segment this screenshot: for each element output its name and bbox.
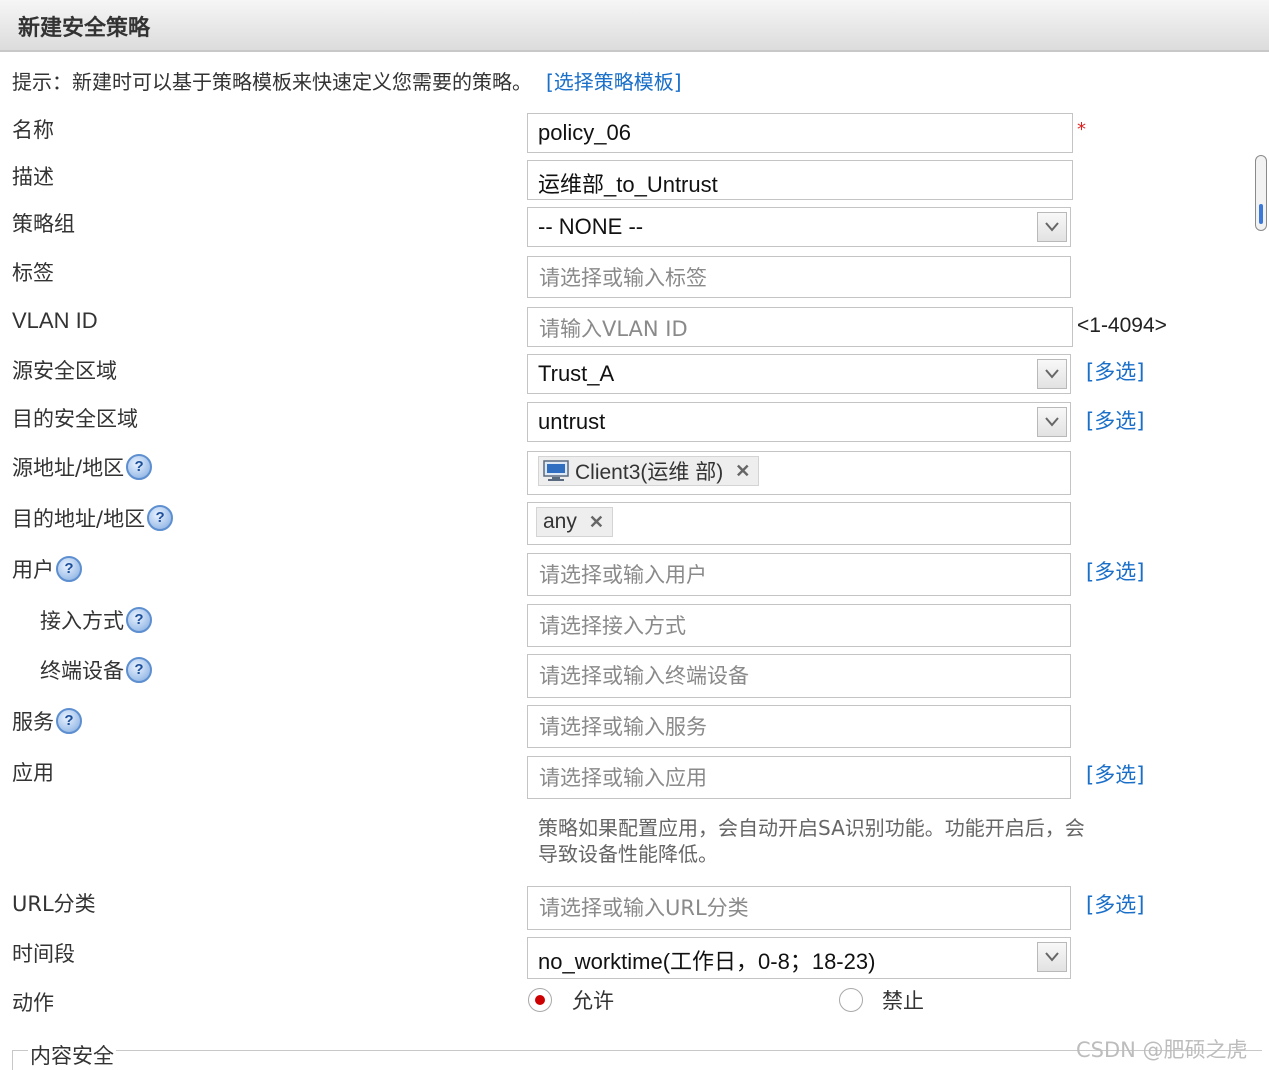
user-input[interactable]: 请选择或输入用户 [527, 553, 1071, 596]
user-multi-select[interactable]: [多选] [1086, 556, 1144, 586]
source-zone-multi-select[interactable]: [多选] [1086, 356, 1144, 386]
dest-zone-value: untrust [538, 409, 606, 434]
terminal-device-placeholder: 请选择或输入终端设备 [539, 664, 749, 688]
action-allow-radio[interactable] [528, 988, 552, 1012]
vlan-id-placeholder: 请输入VLAN ID [539, 317, 688, 341]
required-mark: * [1077, 119, 1086, 140]
content-security-border [12, 1050, 1262, 1051]
terminal-device-label-text: 终端设备 [40, 659, 124, 683]
dest-address-tag-text: any [543, 510, 577, 533]
source-address-label: 源地址/地区? [12, 452, 153, 482]
source-address-tag-text: Client3(运维 部) [575, 461, 724, 484]
action-label: 动作 [12, 991, 54, 1015]
time-range-label: 时间段 [12, 942, 75, 966]
application-input[interactable]: 请选择或输入应用 [527, 756, 1071, 799]
time-range-select[interactable]: no_worktime(工作日，0-8；18-23) [527, 937, 1071, 979]
url-category-input[interactable]: 请选择或输入URL分类 [527, 886, 1071, 930]
close-icon[interactable]: ✕ [589, 512, 604, 533]
tag-input[interactable]: 请选择或输入标签 [527, 256, 1071, 298]
dest-zone-label: 目的安全区域 [12, 407, 138, 431]
url-category-label: URL分类 [12, 892, 96, 916]
application-multi-select[interactable]: [多选] [1086, 759, 1144, 789]
action-deny-label: 禁止 [882, 989, 924, 1013]
hint-text: 提示：新建时可以基于策略模板来快速定义您需要的策略。 [选择策略模板] [12, 66, 682, 95]
dest-address-input[interactable]: any ✕ [527, 502, 1071, 545]
time-range-value: no_worktime(工作日，0-8；18-23) [538, 949, 876, 974]
application-label: 应用 [12, 761, 54, 785]
user-placeholder: 请选择或输入用户 [539, 563, 707, 587]
user-label-text: 用户 [12, 558, 54, 582]
source-zone-label: 源安全区域 [12, 359, 117, 383]
name-value: policy_06 [538, 120, 631, 145]
vlan-id-input[interactable]: 请输入VLAN ID [527, 307, 1073, 347]
dialog-title: 新建安全策略 [18, 16, 151, 41]
dest-address-tag: any ✕ [536, 507, 613, 537]
help-icon[interactable]: ? [126, 657, 152, 683]
help-icon[interactable]: ? [126, 607, 152, 633]
access-mode-input[interactable]: 请选择接入方式 [527, 604, 1071, 647]
content-security-border-left [12, 1050, 13, 1070]
computer-icon [543, 460, 569, 482]
watermark: CSDN @肥硕之虎 [1076, 1038, 1248, 1062]
description-value: 运维部_to_Untrust [538, 172, 718, 197]
tag-placeholder: 请选择或输入标签 [539, 266, 707, 290]
action-allow-label: 允许 [572, 989, 614, 1013]
chevron-down-icon[interactable] [1037, 212, 1067, 242]
url-category-placeholder: 请选择或输入URL分类 [539, 896, 749, 920]
source-zone-value: Trust_A [538, 361, 615, 386]
dialog-titlebar: 新建安全策略 [0, 0, 1269, 52]
vlan-id-label: VLAN ID [12, 308, 98, 333]
application-placeholder: 请选择或输入应用 [539, 766, 707, 790]
help-icon[interactable]: ? [56, 556, 82, 582]
dest-address-label: 目的地址/地区? [12, 503, 174, 533]
service-placeholder: 请选择或输入服务 [539, 715, 707, 739]
vlan-id-range: <1-4094> [1077, 314, 1167, 337]
tag-label: 标签 [12, 261, 54, 285]
terminal-device-input[interactable]: 请选择或输入终端设备 [527, 654, 1071, 698]
chevron-down-icon[interactable] [1037, 942, 1067, 972]
dest-zone-select[interactable]: untrust [527, 402, 1071, 442]
source-address-tag: Client3(运维 部) ✕ [538, 456, 760, 486]
close-icon[interactable]: ✕ [735, 461, 750, 482]
access-mode-label-text: 接入方式 [40, 609, 124, 633]
vertical-scrollbar[interactable] [1255, 155, 1267, 231]
access-mode-placeholder: 请选择接入方式 [539, 614, 686, 638]
policy-group-select[interactable]: -- NONE -- [527, 207, 1071, 247]
application-note: 策略如果配置应用，会自动开启SA识别功能。功能开启后，会导致设备性能降低。 [538, 816, 1085, 866]
hint-message: 提示：新建时可以基于策略模板来快速定义您需要的策略。 [12, 70, 532, 94]
chevron-down-icon[interactable] [1037, 407, 1067, 437]
policy-group-label: 策略组 [12, 212, 75, 236]
service-label: 服务? [12, 706, 82, 736]
service-label-text: 服务 [12, 710, 54, 734]
access-mode-label: 接入方式? [40, 605, 152, 635]
name-input[interactable]: policy_06 [527, 113, 1073, 153]
source-address-input[interactable]: Client3(运维 部) ✕ [527, 451, 1071, 495]
action-deny-radio[interactable] [839, 988, 863, 1012]
user-label: 用户? [12, 554, 82, 584]
dest-address-label-text: 目的地址/地区 [12, 507, 146, 531]
help-icon[interactable]: ? [126, 454, 153, 480]
help-icon[interactable]: ? [56, 708, 82, 734]
select-template-link[interactable]: [选择策略模板] [546, 70, 682, 94]
description-label: 描述 [12, 165, 54, 189]
policy-group-value: -- NONE -- [538, 214, 644, 239]
terminal-device-label: 终端设备? [40, 655, 152, 685]
content-security-legend[interactable]: 内容安全 [28, 1040, 116, 1070]
dest-zone-multi-select[interactable]: [多选] [1086, 405, 1144, 435]
service-input[interactable]: 请选择或输入服务 [527, 705, 1071, 748]
chevron-down-icon[interactable] [1037, 359, 1067, 389]
description-input[interactable]: 运维部_to_Untrust [527, 160, 1073, 200]
help-icon[interactable]: ? [147, 505, 174, 531]
name-label: 名称 [12, 118, 54, 142]
source-address-label-text: 源地址/地区 [12, 456, 125, 480]
source-zone-select[interactable]: Trust_A [527, 354, 1071, 394]
url-category-multi-select[interactable]: [多选] [1086, 889, 1144, 919]
